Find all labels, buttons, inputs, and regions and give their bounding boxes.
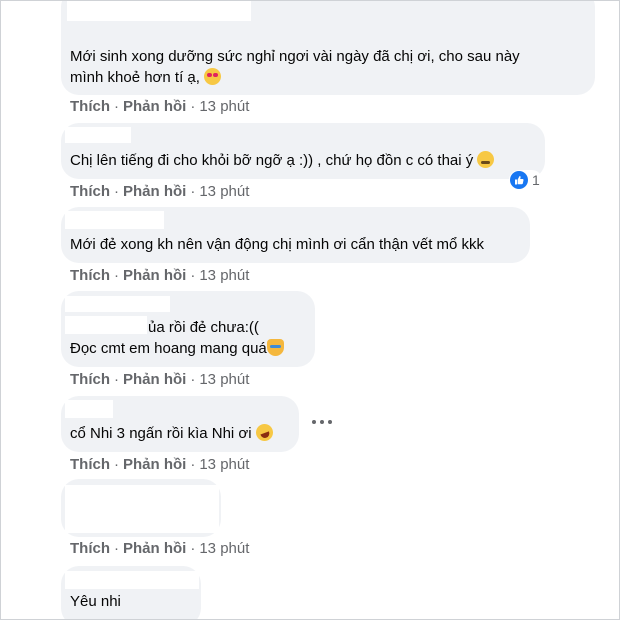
like-button[interactable]: Thích [70,456,110,473]
separator: · [114,371,119,388]
reply-button[interactable]: Phản hồi [123,371,186,388]
reaction-count: 1 [532,172,540,188]
separator: · [114,540,119,557]
commenter-name-redacted [65,127,131,143]
comment-actions: Thích · Phản hồi · 13 phút [70,97,249,117]
comment-actions: Thích · Phản hồi · 13 phút [70,182,249,202]
sweat-smile-icon [477,151,495,168]
reply-button[interactable]: Phản hồi [123,183,186,200]
comment-text-line: Yêu nhi [70,593,121,610]
comment-text-line: Mới đẻ xong kh nên vận động chị mình ơi … [70,236,485,253]
like-button[interactable]: Thích [70,540,110,557]
comment-text: Chị lên tiếng đi cho khỏi bỡ ngỡ ạ :)) ,… [70,150,495,171]
comment-text: Mới sinh xong dưỡng sức nghỉ ngơi vài ng… [70,46,520,88]
timestamp[interactable]: 13 phút [199,183,249,200]
more-options-button[interactable] [312,414,332,430]
like-button[interactable]: Thích [70,371,110,388]
separator: · [190,371,196,388]
separator: · [190,267,196,284]
separator: · [114,98,119,115]
comment-content-redacted [65,485,219,533]
reaction-summary[interactable]: 1 [509,170,542,190]
separator: · [190,183,196,200]
comment-text-line: cổ Nhi 3 ngấn rồi kìa Nhi ơi [70,425,252,442]
like-button[interactable]: Thích [70,267,110,284]
separator: · [114,183,119,200]
comment-actions: Thích · Phản hồi · 13 phút [70,370,249,390]
comment-actions: Thích · Phản hồi · 13 phút [70,455,249,475]
comment-text-line: Đọc cmt em hoang mang quá [70,340,267,357]
commenter-name-redacted [65,400,113,418]
commenter-name-redacted [65,211,164,229]
reply-button[interactable]: Phản hồi [123,456,186,473]
reply-button[interactable]: Phản hồi [123,98,186,115]
separator: · [190,98,196,115]
separator: · [190,540,196,557]
comment-actions: Thích · Phản hồi · 13 phút [70,539,249,559]
like-button[interactable]: Thích [70,98,110,115]
timestamp[interactable]: 13 phút [199,98,249,115]
smiling-face-with-hearts-icon [204,68,222,85]
comment-text-line: Mới sinh xong dưỡng sức nghỉ ngơi vài ng… [70,48,520,65]
separator: · [114,267,119,284]
commenter-name-redacted [67,1,251,21]
timestamp[interactable]: 13 phút [199,267,249,284]
comment-text: Yêu nhi [70,591,121,612]
reply-button[interactable]: Phản hồi [123,267,186,284]
separator: · [114,456,119,473]
rolling-laughing-icon [253,421,276,444]
timestamp[interactable]: 13 phút [199,540,249,557]
comment-text: Mới đẻ xong kh nên vận động chị mình ơi … [70,234,484,255]
comment-text-line: Chị lên tiếng đi cho khỏi bỡ ngỡ ạ :)) ,… [70,152,474,169]
timestamp[interactable]: 13 phút [199,456,249,473]
commenter-name-redacted [65,571,199,589]
separator: · [190,456,196,473]
like-button[interactable]: Thích [70,183,110,200]
reply-button[interactable]: Phản hồi [123,540,186,557]
like-icon [510,171,528,189]
comment-text: ủa rồi đẻ chưa:(( Đọc cmt em hoang mang … [70,317,284,359]
commenter-name-redacted [65,296,170,312]
timestamp[interactable]: 13 phút [199,371,249,388]
comment-text-line: ủa rồi đẻ chưa:(( [148,319,259,336]
comment-text: cổ Nhi 3 ngấn rồi kìa Nhi ơi [70,421,276,444]
comment-actions: Thích · Phản hồi · 13 phút [70,266,249,286]
comment-text-line: mình khoẻ hơn tí ạ, [70,69,200,86]
crying-cat-icon [266,339,284,356]
comment-section: Mới sinh xong dưỡng sức nghỉ ngơi vài ng… [0,0,620,620]
